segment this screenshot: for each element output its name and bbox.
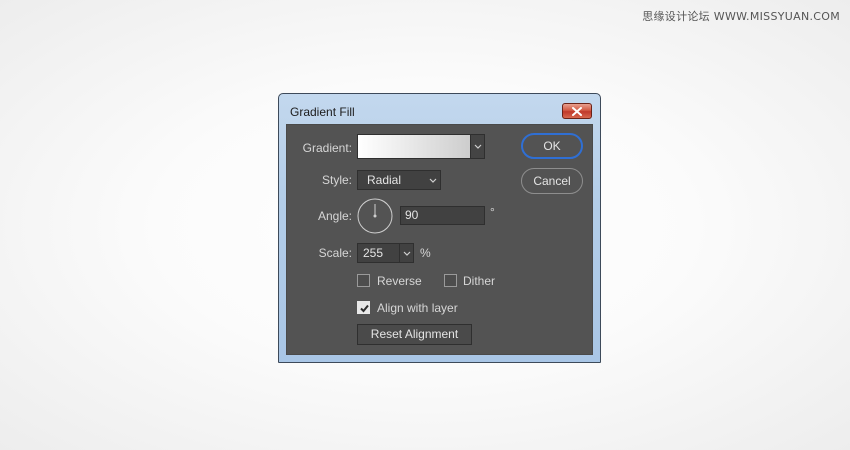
close-icon <box>572 106 582 116</box>
chevron-down-icon <box>403 251 411 256</box>
angle-value: 90 <box>405 208 419 222</box>
chevron-down-icon <box>474 144 481 149</box>
style-select[interactable]: Radial <box>357 170 441 190</box>
angle-unit: ° <box>490 205 495 219</box>
reverse-checkbox[interactable] <box>357 274 370 287</box>
chevron-down-icon <box>429 178 437 183</box>
gradient-swatch[interactable] <box>357 134 471 159</box>
gradient-label: Gradient: <box>302 141 352 155</box>
style-value: Radial <box>367 173 402 187</box>
dialog-body: Gradient: Style: Radial Angle: 90 ° Scal… <box>286 124 593 355</box>
gradient-fill-dialog: Gradient Fill Gradient: Style: Radial An… <box>278 93 601 363</box>
gradient-dropdown-button[interactable] <box>471 134 485 159</box>
reverse-label[interactable]: Reverse <box>377 274 422 288</box>
align-with-layer-label[interactable]: Align with layer <box>377 301 458 315</box>
dialog-title: Gradient Fill <box>290 105 355 119</box>
ok-button[interactable]: OK <box>521 133 583 159</box>
watermark-text: 思缘设计论坛 WWW.MISSYUAN.COM <box>642 10 840 23</box>
scale-value: 255 <box>363 246 384 260</box>
style-label: Style: <box>321 173 352 187</box>
title-bar[interactable]: Gradient Fill <box>279 94 600 124</box>
angle-input[interactable]: 90 <box>400 206 485 225</box>
angle-label: Angle: <box>317 209 352 223</box>
dither-label[interactable]: Dither <box>463 274 495 288</box>
close-button[interactable] <box>562 103 592 119</box>
scale-label: Scale: <box>318 246 352 260</box>
checkmark-icon <box>360 304 369 313</box>
reset-alignment-button[interactable]: Reset Alignment <box>357 324 472 345</box>
align-with-layer-checkbox[interactable] <box>357 301 370 314</box>
scale-combobox[interactable]: 255 <box>357 243 414 263</box>
dither-checkbox[interactable] <box>444 274 457 287</box>
scale-unit: % <box>420 246 431 260</box>
cancel-button[interactable]: Cancel <box>521 168 583 194</box>
angle-dial[interactable] <box>357 198 393 234</box>
